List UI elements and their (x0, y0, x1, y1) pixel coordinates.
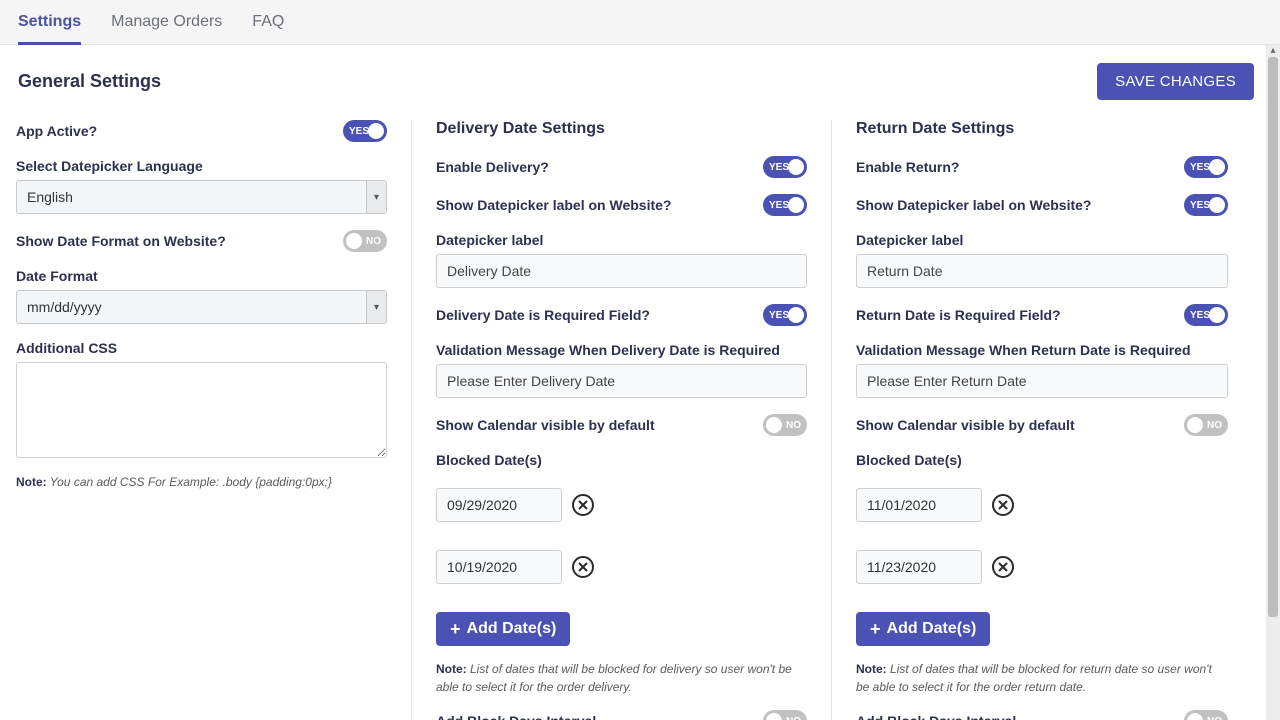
return-interval-toggle[interactable]: NO (1184, 710, 1228, 720)
delivery-dp-label-label: Datepicker label (436, 232, 543, 248)
date-format-select[interactable]: mm/dd/yyyy ▾ (16, 290, 387, 324)
delivery-show-cal-toggle[interactable]: NO (763, 414, 807, 436)
return-add-dates-button[interactable]: +Add Date(s) (856, 612, 990, 646)
delivery-blocked-note: Note: List of dates that will be blocked… (436, 660, 807, 696)
return-show-dp-label-toggle[interactable]: YES (1184, 194, 1228, 216)
enable-delivery-toggle[interactable]: YES (763, 156, 807, 178)
enable-delivery-label: Enable Delivery? (436, 159, 549, 175)
additional-css-label: Additional CSS (16, 340, 117, 356)
additional-css-textarea[interactable] (16, 362, 387, 458)
delivery-validation-label: Validation Message When Delivery Date is… (436, 342, 780, 358)
delivery-add-dates-button[interactable]: +Add Date(s) (436, 612, 570, 646)
scroll-up-arrow-icon[interactable]: ▴ (1266, 45, 1280, 57)
plus-icon: + (450, 620, 461, 638)
return-blocked-note: Note: List of dates that will be blocked… (856, 660, 1228, 696)
return-show-dp-label: Show Datepicker label on Website? (856, 197, 1091, 213)
delivery-blocked-date-0[interactable] (436, 488, 562, 522)
chevron-down-icon: ▾ (366, 181, 386, 213)
delivery-show-dp-label-toggle[interactable]: YES (763, 194, 807, 216)
datepicker-language-label: Select Datepicker Language (16, 158, 203, 174)
remove-date-icon[interactable] (992, 494, 1014, 516)
return-required-label: Return Date is Required Field? (856, 307, 1061, 323)
app-active-label: App Active? (16, 123, 97, 139)
return-required-toggle[interactable]: YES (1184, 304, 1228, 326)
page-title: General Settings (18, 71, 161, 92)
return-validation-input[interactable] (856, 364, 1228, 398)
delivery-validation-input[interactable] (436, 364, 807, 398)
delivery-blocked-date-1[interactable] (436, 550, 562, 584)
return-show-cal-label: Show Calendar visible by default (856, 417, 1075, 433)
app-active-toggle[interactable]: YES (343, 120, 387, 142)
settings-content: General Settings SAVE CHANGES App Active… (0, 45, 1266, 720)
date-format-value: mm/dd/yyyy (27, 299, 102, 315)
vertical-scrollbar[interactable]: ▴ (1266, 45, 1280, 720)
tab-faq[interactable]: FAQ (252, 0, 284, 44)
delivery-interval-label: Add Block Days Interval (436, 713, 596, 720)
remove-date-icon[interactable] (992, 556, 1014, 578)
top-tabs: Settings Manage Orders FAQ (0, 0, 1280, 45)
delivery-blocked-row-1 (436, 550, 807, 584)
general-settings-column: App Active? YES Select Datepicker Langua… (12, 120, 412, 720)
save-changes-button[interactable]: SAVE CHANGES (1097, 63, 1254, 100)
return-blocked-date-0[interactable] (856, 488, 982, 522)
datepicker-language-value: English (27, 189, 73, 205)
return-settings-column: Return Date Settings Enable Return? YES … (832, 120, 1252, 720)
date-format-label: Date Format (16, 268, 98, 284)
return-dp-label-input[interactable] (856, 254, 1228, 288)
return-show-cal-toggle[interactable]: NO (1184, 414, 1228, 436)
delivery-interval-toggle[interactable]: NO (763, 710, 807, 720)
return-section-title: Return Date Settings (856, 120, 1228, 138)
return-blocked-row-0 (856, 488, 1228, 522)
enable-return-toggle[interactable]: YES (1184, 156, 1228, 178)
scrollbar-thumb[interactable] (1268, 57, 1278, 617)
delivery-dp-label-input[interactable] (436, 254, 807, 288)
delivery-settings-column: Delivery Date Settings Enable Delivery? … (412, 120, 832, 720)
delivery-blocked-label: Blocked Date(s) (436, 452, 542, 468)
return-blocked-label: Blocked Date(s) (856, 452, 962, 468)
chevron-down-icon: ▾ (366, 291, 386, 323)
css-note: Note: You can add CSS For Example: .body… (16, 473, 387, 491)
return-validation-label: Validation Message When Return Date is R… (856, 342, 1191, 358)
delivery-required-toggle[interactable]: YES (763, 304, 807, 326)
show-date-format-toggle[interactable]: NO (343, 230, 387, 252)
plus-icon: + (870, 620, 881, 638)
delivery-show-dp-label: Show Datepicker label on Website? (436, 197, 671, 213)
delivery-show-cal-label: Show Calendar visible by default (436, 417, 655, 433)
remove-date-icon[interactable] (572, 556, 594, 578)
return-blocked-date-1[interactable] (856, 550, 982, 584)
delivery-blocked-row-0 (436, 488, 807, 522)
tab-manage-orders[interactable]: Manage Orders (111, 0, 222, 44)
return-blocked-row-1 (856, 550, 1228, 584)
show-date-format-label: Show Date Format on Website? (16, 233, 226, 249)
delivery-section-title: Delivery Date Settings (436, 120, 807, 138)
tab-settings[interactable]: Settings (18, 0, 81, 44)
enable-return-label: Enable Return? (856, 159, 959, 175)
delivery-required-label: Delivery Date is Required Field? (436, 307, 650, 323)
datepicker-language-select[interactable]: English ▾ (16, 180, 387, 214)
return-dp-label-label: Datepicker label (856, 232, 963, 248)
return-interval-label: Add Block Days Interval (856, 713, 1016, 720)
remove-date-icon[interactable] (572, 494, 594, 516)
